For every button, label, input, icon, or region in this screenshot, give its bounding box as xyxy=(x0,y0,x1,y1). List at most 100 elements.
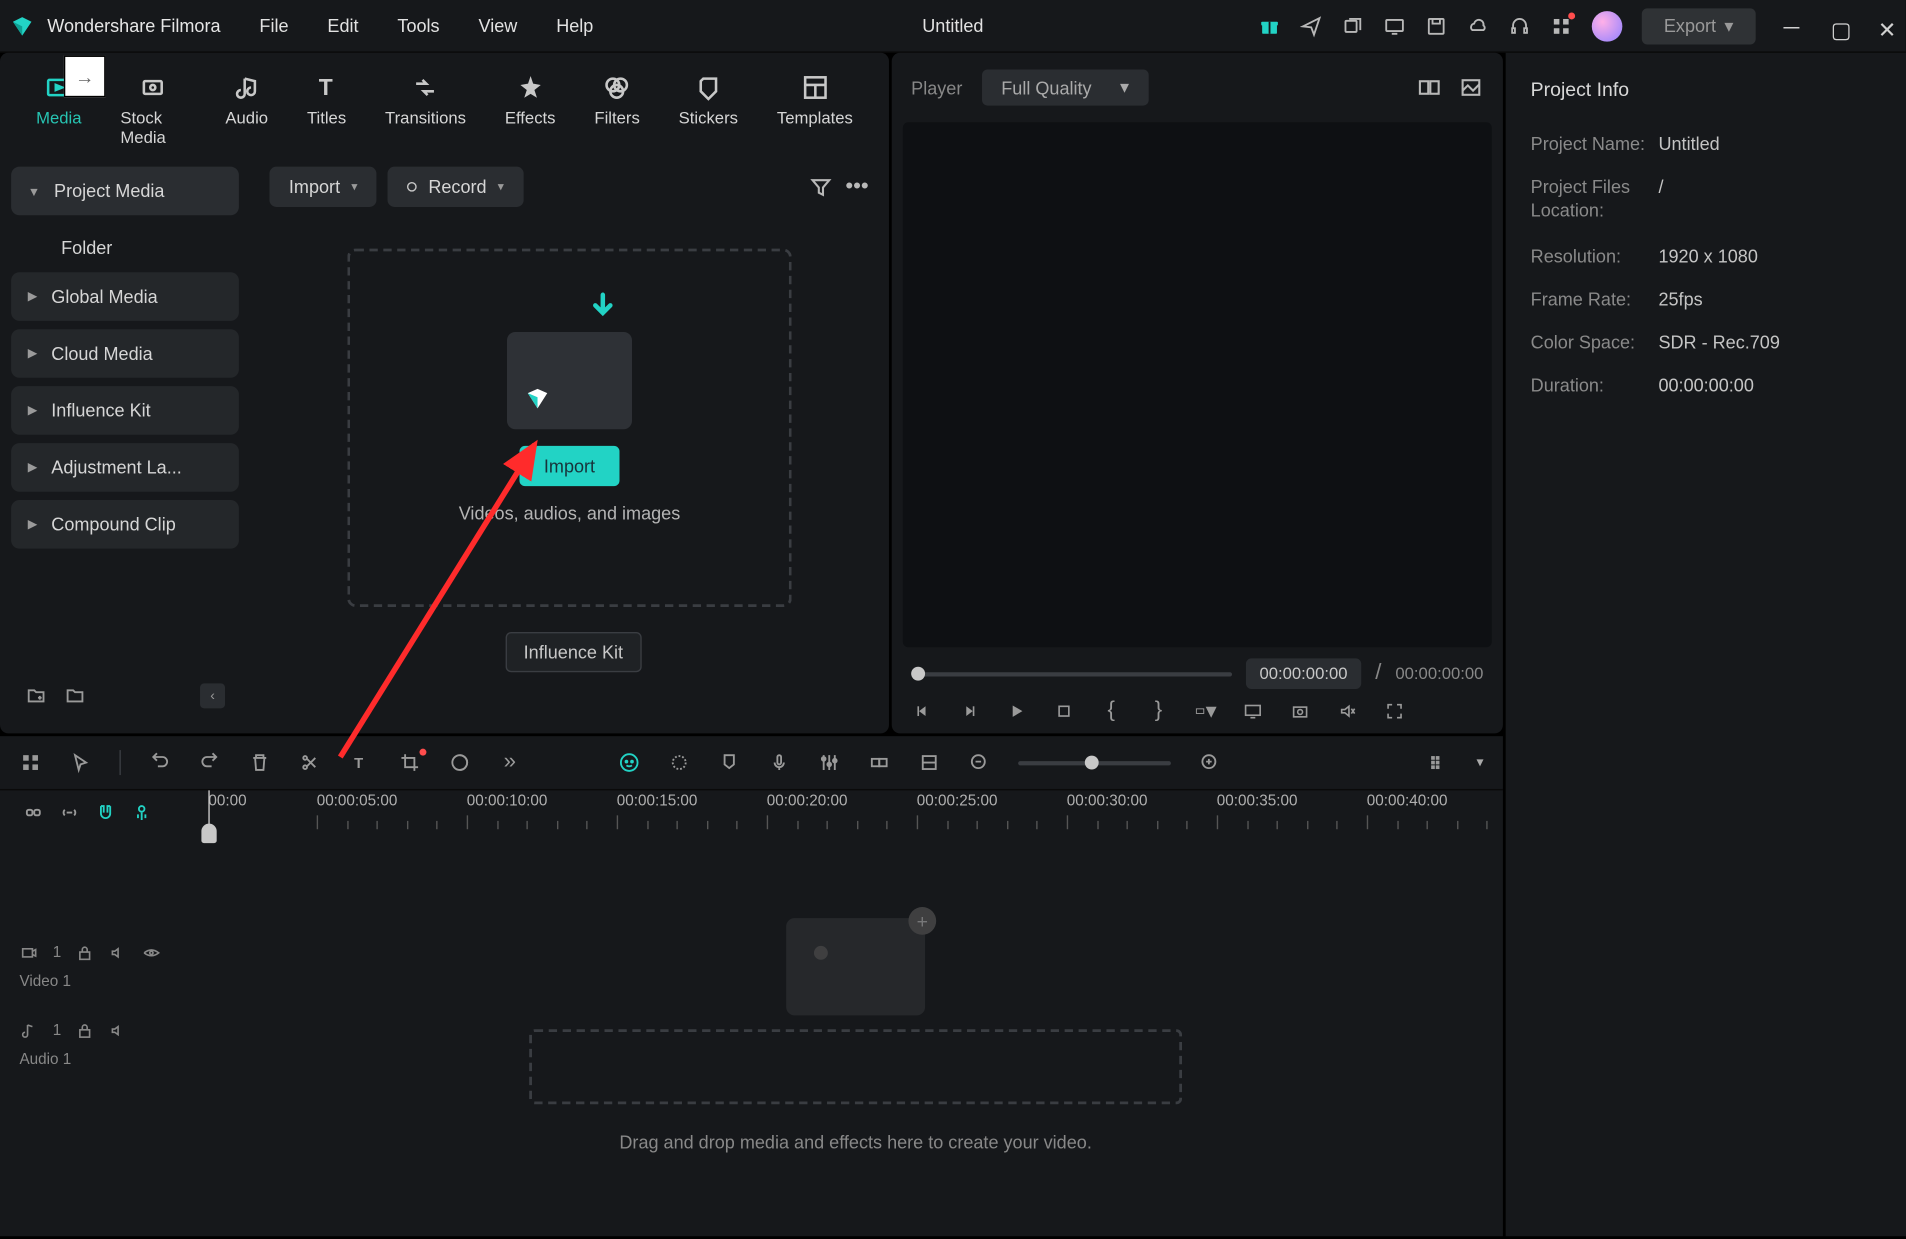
crop-button[interactable] xyxy=(399,751,421,773)
import-button[interactable]: Import xyxy=(519,446,620,486)
redo-button[interactable] xyxy=(199,751,221,773)
tab-filters[interactable]: Filters xyxy=(581,67,654,153)
compare-view-icon[interactable] xyxy=(1417,75,1442,100)
export-button[interactable]: Export ▾ xyxy=(1642,8,1756,44)
mark-out-button[interactable]: } xyxy=(1147,700,1169,722)
sidebar-item-compound-clip[interactable]: ▶Compound Clip xyxy=(11,500,239,549)
step-back-button[interactable] xyxy=(958,700,980,722)
media-drop-zone[interactable]: Import Videos, audios, and images xyxy=(347,249,791,607)
apps-icon[interactable] xyxy=(1550,15,1572,37)
mixer-button[interactable] xyxy=(818,751,840,773)
auto-ripple-icon[interactable] xyxy=(131,801,153,823)
timeline-view-button[interactable] xyxy=(1426,751,1448,773)
aspect-ratio-button[interactable]: ▾ xyxy=(1195,700,1217,722)
chevron-down-icon: ▾ xyxy=(498,179,504,194)
undo-button[interactable] xyxy=(149,751,171,773)
menu-file[interactable]: File xyxy=(259,15,288,36)
sidebar-item-influence-kit[interactable]: ▶Influence Kit xyxy=(11,386,239,435)
screen-icon[interactable] xyxy=(1383,15,1405,37)
tab-effects[interactable]: Effects xyxy=(491,67,569,153)
more-tools-button[interactable]: » xyxy=(499,751,521,773)
tab-stock-media[interactable]: Stock Media xyxy=(107,67,201,153)
menu-view[interactable]: View xyxy=(478,15,517,36)
sidebar-item-folder[interactable]: Folder xyxy=(11,224,239,273)
user-avatar[interactable] xyxy=(1592,10,1623,41)
eye-icon[interactable] xyxy=(142,943,161,962)
more-options-icon[interactable]: ••• xyxy=(845,174,870,199)
caret-right-icon: ▶ xyxy=(28,517,38,532)
menu-tools[interactable]: Tools xyxy=(397,15,439,36)
playhead[interactable] xyxy=(208,790,209,829)
delete-button[interactable] xyxy=(249,751,271,773)
folder-icon[interactable] xyxy=(64,685,86,707)
tab-stickers[interactable]: Stickers xyxy=(665,67,752,153)
sidebar-item-cloud-media[interactable]: ▶Cloud Media xyxy=(11,329,239,378)
maximize-button[interactable]: ▢ xyxy=(1831,16,1850,35)
ai-button[interactable] xyxy=(618,751,640,773)
quality-dropdown[interactable]: Full Quality▾ xyxy=(982,69,1149,105)
play-button[interactable] xyxy=(1006,700,1028,722)
link-toggle-icon[interactable] xyxy=(22,801,44,823)
close-button[interactable]: ✕ xyxy=(1878,16,1897,35)
pointer-icon[interactable] xyxy=(69,751,91,773)
text-button[interactable]: T xyxy=(349,751,371,773)
scrubber-handle[interactable] xyxy=(911,666,925,680)
zoom-in-button[interactable] xyxy=(1199,751,1221,773)
overlay-next-button[interactable] xyxy=(64,56,106,98)
timeline-ruler[interactable]: 00:00 00:00:05:0000:00:10:0000:00:15:000… xyxy=(208,790,1503,829)
record-dropdown[interactable]: Record▾ xyxy=(388,167,523,207)
collapse-sidebar-button[interactable]: ‹ xyxy=(200,683,225,708)
tab-audio[interactable]: Audio xyxy=(212,67,282,153)
audio-track-header[interactable]: 1 xyxy=(0,1010,208,1052)
color-button[interactable] xyxy=(449,751,471,773)
lock-icon[interactable] xyxy=(75,943,94,962)
stop-button[interactable] xyxy=(1053,700,1075,722)
sidebar-item-adjustment-layer[interactable]: ▶Adjustment La... xyxy=(11,443,239,492)
magnet-icon[interactable] xyxy=(94,801,116,823)
tab-templates[interactable]: Templates xyxy=(763,67,867,153)
tab-transitions[interactable]: Transitions xyxy=(371,67,480,153)
mute-button[interactable] xyxy=(1336,700,1358,722)
timeline-drop-zone[interactable]: Drag and drop media and effects here to … xyxy=(529,918,1182,1153)
mute-icon[interactable] xyxy=(109,943,128,962)
voiceover-button[interactable] xyxy=(768,751,790,773)
player-viewport[interactable] xyxy=(903,122,1492,647)
grid-icon[interactable] xyxy=(19,751,41,773)
keyframe-button[interactable] xyxy=(668,751,690,773)
picture-icon[interactable] xyxy=(1458,75,1483,100)
fullscreen-button[interactable] xyxy=(1383,700,1405,722)
chain-icon[interactable] xyxy=(58,801,80,823)
sidebar-item-project-media[interactable]: ▼Project Media xyxy=(11,167,239,216)
mark-in-button[interactable]: { xyxy=(1100,700,1122,722)
snapshot-button[interactable] xyxy=(1289,700,1311,722)
chevron-down-icon[interactable]: ▾ xyxy=(1476,755,1483,770)
save-icon[interactable] xyxy=(1425,15,1447,37)
menu-help[interactable]: Help xyxy=(556,15,593,36)
mute-icon[interactable] xyxy=(109,1021,128,1040)
minimize-button[interactable]: ─ xyxy=(1783,16,1802,35)
menu-edit[interactable]: Edit xyxy=(327,15,358,36)
zoom-handle[interactable] xyxy=(1085,755,1099,769)
video-track-header[interactable]: 1 xyxy=(0,932,208,974)
split-button[interactable] xyxy=(299,751,321,773)
player-scrubber[interactable] xyxy=(911,672,1231,676)
group-button[interactable] xyxy=(868,751,890,773)
gift-icon[interactable] xyxy=(1258,15,1280,37)
headset-icon[interactable] xyxy=(1508,15,1530,37)
display-button[interactable] xyxy=(1242,700,1264,722)
render-button[interactable] xyxy=(918,751,940,773)
tab-titles[interactable]: TTitles xyxy=(293,67,360,153)
prev-frame-button[interactable] xyxy=(911,700,933,722)
queue-icon[interactable] xyxy=(1342,15,1364,37)
new-folder-icon[interactable] xyxy=(25,685,47,707)
timeline-area[interactable]: 00:00 00:00:05:0000:00:10:0000:00:15:000… xyxy=(208,790,1503,1236)
cloud-icon[interactable] xyxy=(1467,15,1489,37)
filter-icon[interactable] xyxy=(808,174,833,199)
zoom-slider[interactable] xyxy=(1018,760,1171,764)
import-dropdown[interactable]: Import▾ xyxy=(269,167,376,207)
marker-button[interactable] xyxy=(718,751,740,773)
zoom-out-button[interactable] xyxy=(968,751,990,773)
sidebar-item-global-media[interactable]: ▶Global Media xyxy=(11,272,239,321)
lock-icon[interactable] xyxy=(75,1021,94,1040)
send-icon[interactable] xyxy=(1300,15,1322,37)
